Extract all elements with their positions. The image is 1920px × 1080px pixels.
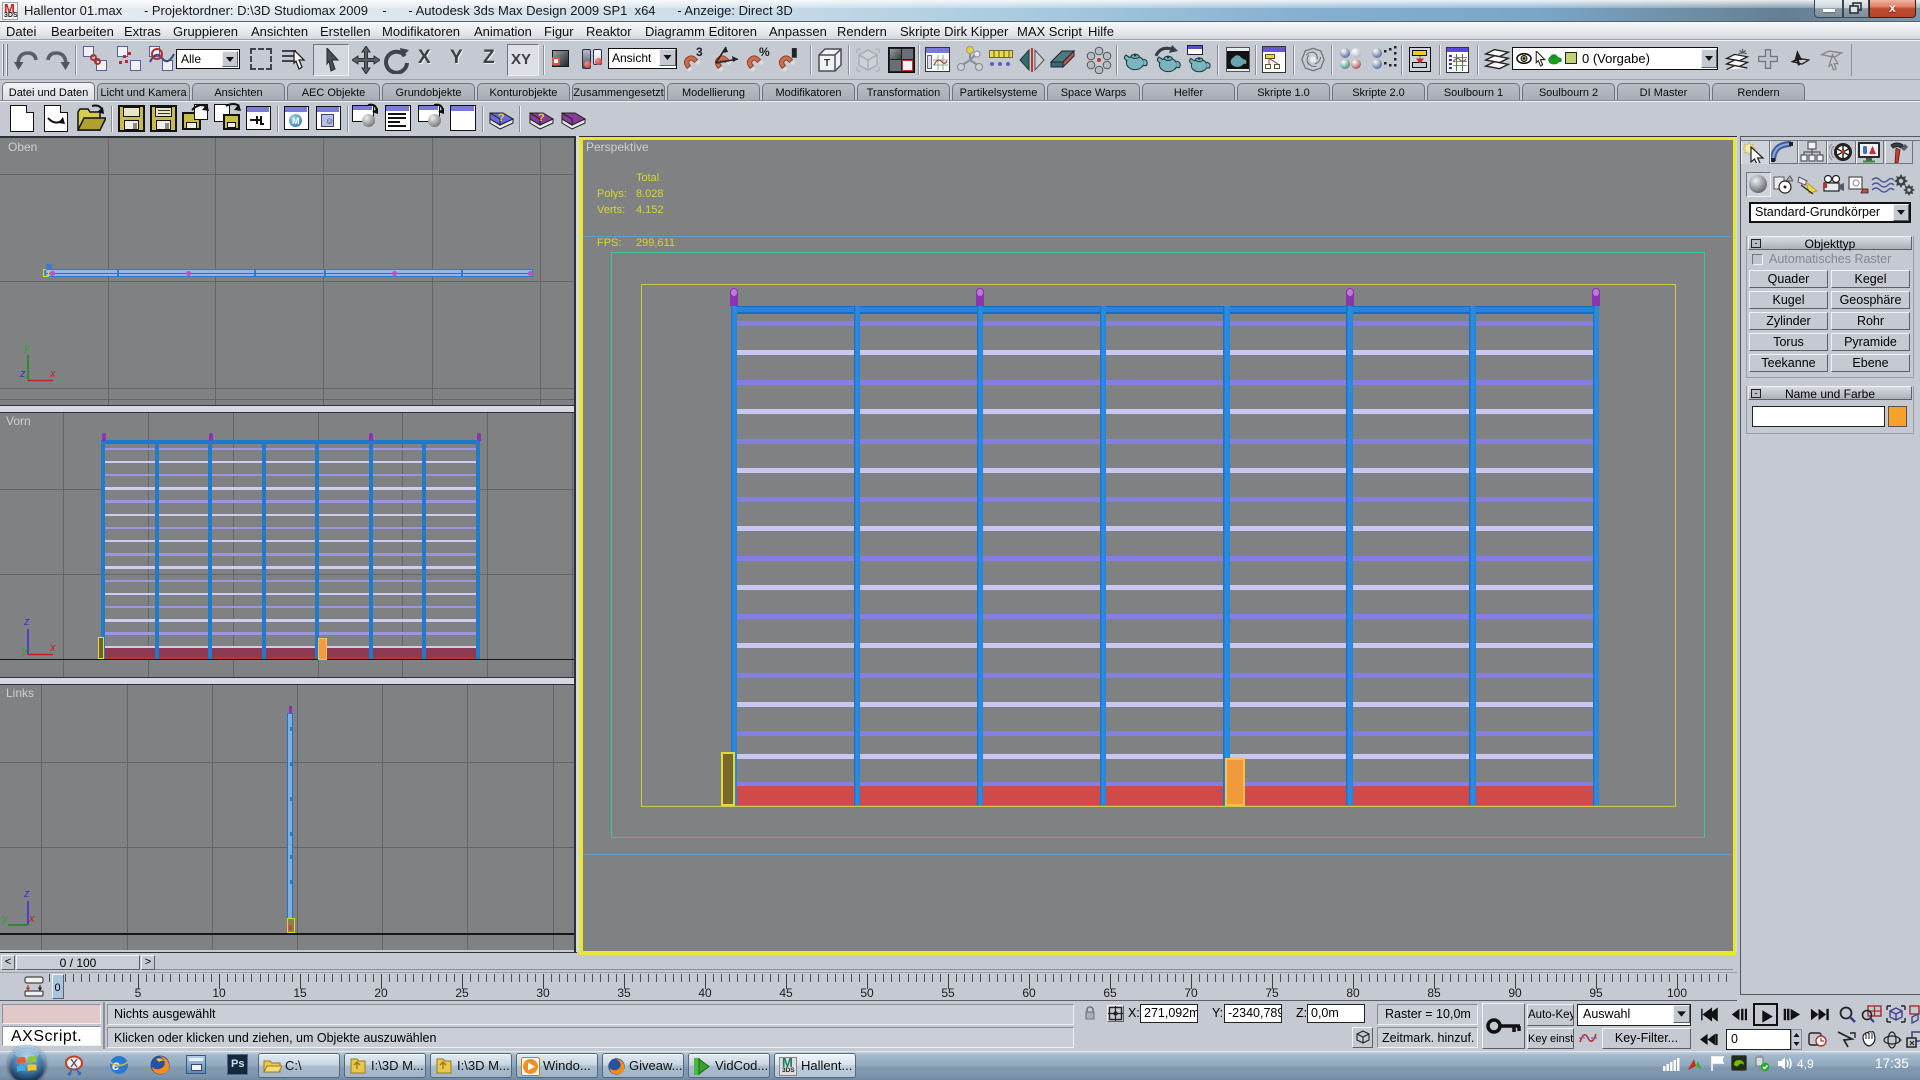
svg-text:T: T (824, 58, 830, 69)
svg-text:x: x (49, 368, 56, 380)
svg-text:x: x (49, 642, 56, 654)
svg-text:z: z (23, 616, 30, 628)
svg-text:?: ? (498, 112, 505, 124)
svg-text:y: y (23, 342, 31, 354)
svg-text:x: x (28, 913, 35, 925)
svg-text:?: ? (538, 112, 545, 124)
svg-text:y: y (1, 913, 9, 925)
svg-text:z: z (19, 368, 26, 380)
svg-text:z: z (23, 888, 30, 900)
